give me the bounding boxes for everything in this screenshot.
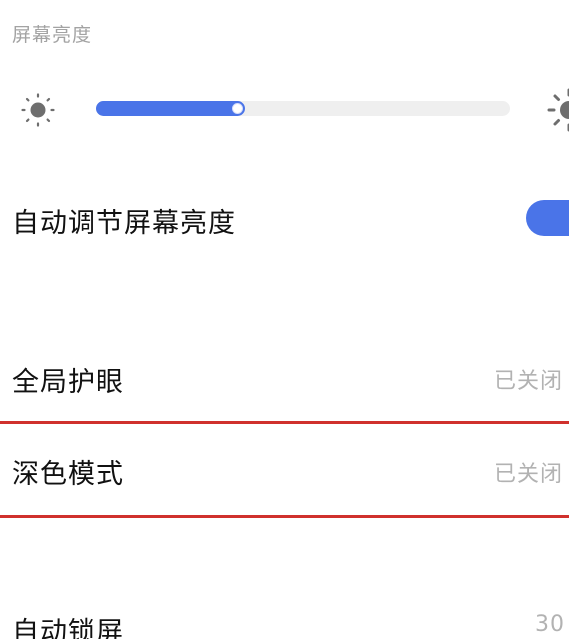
sun-small-icon xyxy=(21,93,55,127)
auto-brightness-label: 自动调节屏幕亮度 xyxy=(12,208,236,239)
display-settings-screen: 屏幕亮度 自动调节屏幕亮度 全局护眼 已关闭 深色模式 已关闭 自动锁屏 30 xyxy=(0,0,569,639)
auto-lock-value: 30 xyxy=(535,612,565,637)
brightness-slider[interactable] xyxy=(96,101,510,116)
eye-protection-label: 全局护眼 xyxy=(12,367,124,398)
sun-large-icon xyxy=(547,88,569,132)
section-title-screen-brightness: 屏幕亮度 xyxy=(12,24,93,46)
auto-lock-label: 自动锁屏 xyxy=(12,617,124,639)
brightness-slider-fill xyxy=(96,101,246,116)
highlight-bottom-border xyxy=(0,515,569,518)
brightness-slider-thumb[interactable] xyxy=(232,103,244,114)
dark-mode-status: 已关闭 xyxy=(493,462,563,487)
eye-protection-status: 已关闭 xyxy=(493,369,563,394)
auto-brightness-toggle[interactable] xyxy=(526,200,569,236)
dark-mode-label: 深色模式 xyxy=(12,459,124,490)
highlight-top-border xyxy=(0,421,569,424)
